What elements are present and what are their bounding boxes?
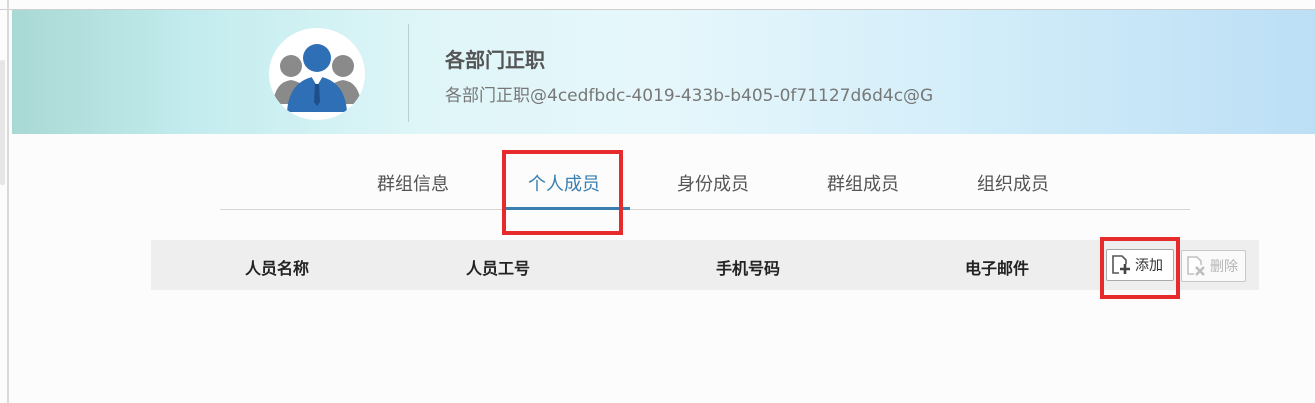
group-people-icon xyxy=(273,44,361,112)
delete-button[interactable]: 删除 xyxy=(1181,250,1246,282)
banner-divider xyxy=(408,24,409,122)
delete-button-label: 删除 xyxy=(1210,259,1238,275)
group-email: 各部门正职@4cedfbdc-4019-433b-b405-0f71127d6d… xyxy=(445,86,934,106)
tab-org-members[interactable]: 组织成员 xyxy=(977,170,1049,196)
tab-bar: 群组信息 个人成员 身份成员 群组成员 组织成员 xyxy=(220,160,1190,210)
group-avatar xyxy=(269,28,365,120)
tab-group-info[interactable]: 群组信息 xyxy=(377,170,449,196)
tab-identity-members[interactable]: 身份成员 xyxy=(677,170,749,196)
highlight-box-tab xyxy=(502,150,623,235)
delete-document-icon xyxy=(1187,256,1206,276)
tab-group-members[interactable]: 群组成员 xyxy=(827,170,899,196)
column-header-phone: 手机号码 xyxy=(716,259,781,278)
scrollbar[interactable] xyxy=(0,60,5,185)
group-header-banner: 各部门正职 各部门正职@4cedfbdc-4019-433b-b405-0f71… xyxy=(12,10,1315,134)
left-border xyxy=(7,0,9,403)
column-header-name: 人员名称 xyxy=(245,259,310,278)
column-header-employee-id: 人员工号 xyxy=(466,259,531,278)
member-table-header: 人员名称 人员工号 手机号码 电子邮件 xyxy=(151,240,1259,290)
highlight-box-add xyxy=(1100,237,1180,299)
column-header-email: 电子邮件 xyxy=(965,259,1030,278)
group-name: 各部门正职 xyxy=(445,48,545,72)
